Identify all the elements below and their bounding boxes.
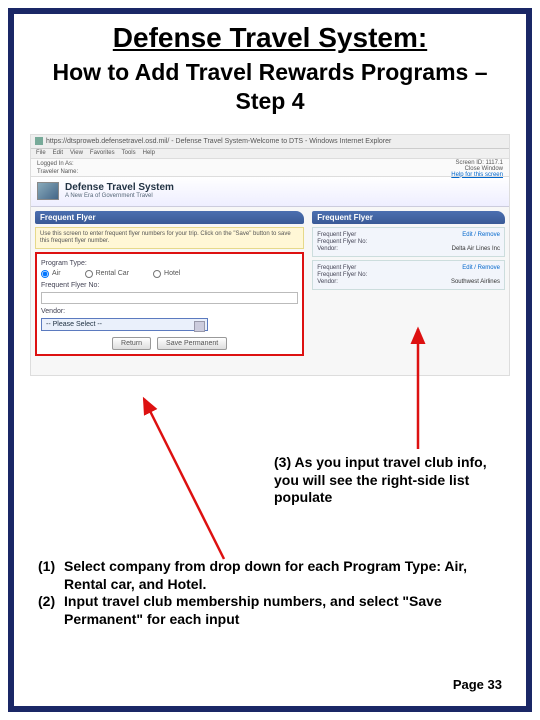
left-section-header: Frequent Flyer [35,211,304,224]
save-permanent-button[interactable]: Save Permanent [157,337,227,350]
brand-subtitle: A New Era of Government Travel [65,193,174,199]
step-1: (1) Select company from drop down for ea… [38,558,496,593]
browser-address-bar: https://dtsproweb.defensetravel.osd.mil/… [31,135,509,149]
menu-edit[interactable]: Edit [53,150,63,156]
callout-arrow-1 [134,394,274,564]
edit-remove-link-1[interactable]: Edit / Remove [462,232,500,238]
page-number: Page 33 [453,677,502,692]
caption-3: (3) As you input travel club info, you w… [274,454,496,507]
browser-url: https://dtsproweb.defensetravel.osd.mil/… [46,138,391,145]
menu-favorites[interactable]: Favorites [90,150,115,156]
menu-help[interactable]: Help [143,150,155,156]
right-section-header: Frequent Flyer [312,211,505,224]
traveler-label: Traveler Name: [37,168,78,176]
menu-view[interactable]: View [70,150,83,156]
steps-list: (1) Select company from drop down for ea… [38,558,496,628]
menu-tools[interactable]: Tools [122,150,136,156]
menu-file[interactable]: File [36,150,46,156]
return-button[interactable]: Return [112,337,151,350]
step-2: (2) Input travel club membership numbers… [38,593,496,628]
right-panel: Frequent Flyer Frequent FlyerEdit / Remo… [308,207,509,375]
radio-air[interactable]: Air [41,270,61,278]
info-bar: Logged In As: Traveler Name: Screen ID: … [31,159,509,177]
edit-remove-link-2[interactable]: Edit / Remove [462,265,500,271]
help-link[interactable]: Help for this screen [451,172,503,178]
radio-hotel-input[interactable] [153,270,161,278]
page-content: Defense Travel System: How to Add Travel… [14,14,526,706]
radio-hotel[interactable]: Hotel [153,270,180,278]
ffno-input[interactable] [41,292,298,304]
embedded-screenshot: https://dtsproweb.defensetravel.osd.mil/… [30,134,510,376]
vendor-dropdown[interactable]: -- Please Select -- [41,318,208,331]
left-panel: Frequent Flyer Use this screen to enter … [31,207,308,375]
radio-air-input[interactable] [41,270,49,278]
hint-box: Use this screen to enter frequent flyer … [35,227,304,249]
radio-rental[interactable]: Rental Car [85,270,129,278]
browser-menu-bar: File Edit View Favorites Tools Help [31,149,509,159]
dts-logo-icon [37,182,59,200]
vendor-label: Vendor: [41,308,298,315]
dts-banner: Defense Travel System A New Era of Gover… [31,177,509,207]
program-type-label: Program Type: [41,260,298,267]
logged-in-label: Logged In As: [37,160,78,168]
lock-icon [35,137,43,145]
radio-rental-input[interactable] [85,270,93,278]
ff-entry-2: Frequent FlyerEdit / Remove Frequent Fly… [312,260,505,290]
ffno-label: Frequent Flyer No: [41,282,298,289]
brand-title: Defense Travel System [65,183,174,193]
subtitle: How to Add Travel Rewards Programs – Ste… [30,58,510,116]
ff-entry-1: Frequent FlyerEdit / Remove Frequent Fly… [312,227,505,257]
input-form-highlight: Program Type: Air Rental Car Hotel Frequ… [35,252,304,356]
main-title: Defense Travel System: [30,22,510,54]
